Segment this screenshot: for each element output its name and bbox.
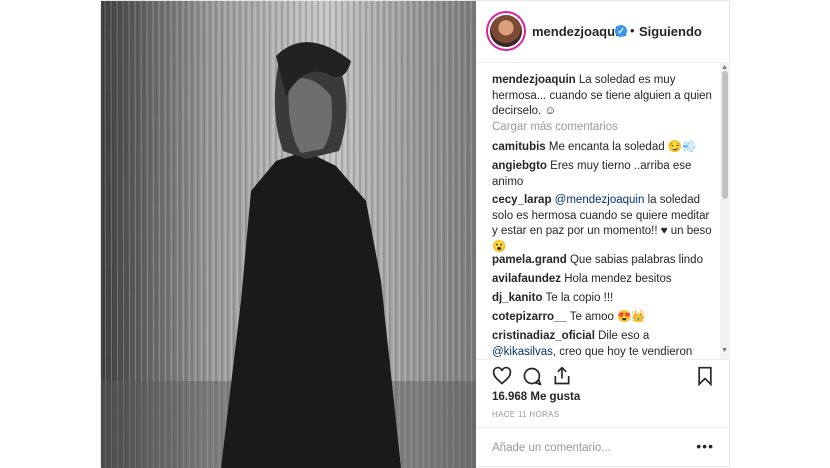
header-separator: • [630,23,635,38]
caption: mendezjoaquin La soledad es muy hermosa.… [492,73,714,120]
caption-username[interactable]: mendezjoaquin [492,74,576,86]
list-item: cristinadiaz_oficial Dile eso a @kikasil… [492,329,714,359]
follow-button[interactable]: Siguiendo [639,24,702,39]
add-comment-bar: Añade un comentario... ••• [476,427,730,468]
instagram-post: mendezjoaquin ✓ • Siguiendo mendezjoaqui… [100,0,730,468]
more-options-icon[interactable]: ••• [696,438,714,454]
list-item: dj_kanito Te la copio !!! [492,291,714,307]
post-header: mendezjoaquin ✓ • Siguiendo [476,1,730,63]
list-item: avilafaundez Hola mendez besitos [492,272,714,288]
add-comment-input[interactable]: Añade un comentario... [492,442,611,454]
comment-mention[interactable]: @mendezjoaquin [555,194,645,206]
comment-mention[interactable]: @kikasilvas [492,346,553,358]
scroll-up-icon[interactable]: ▲ [721,64,728,71]
verified-badge-icon: ✓ [615,25,627,37]
comment-username[interactable]: avilafaundez [492,273,561,285]
list-item: pamela.grand Que sabias palabras lindo [492,253,714,269]
comment-username[interactable]: cristinadiaz_oficial [492,330,595,342]
post-timestamp[interactable]: HACE 11 HORAS [492,410,559,419]
header-username[interactable]: mendezjoaquin [532,24,627,39]
comment-text: Te la copio !!! [545,292,614,304]
comment-username[interactable]: cotepizarro__ [492,311,567,323]
avatar[interactable] [490,15,522,47]
comment-text: Que sabias palabras lindo [569,254,703,266]
likes-count[interactable]: 16.968 Me gusta [492,391,580,403]
list-item: angiebgto Eres muy tierno ..arriba ese a… [492,159,714,190]
list-item: cecy_larap @mendezjoaquin la soledad sol… [492,193,714,255]
list-item: cotepizarro__ Te amoo 😍👑 [492,310,714,326]
comment-username[interactable]: dj_kanito [492,292,542,304]
comments-list[interactable]: mendezjoaquin La soledad es muy hermosa.… [476,63,730,359]
photo-image [101,1,476,468]
heart-icon[interactable] [492,366,512,391]
scroll-down-icon[interactable]: ▼ [721,347,728,354]
share-icon[interactable] [552,366,572,391]
comment-text: Me encanta la soledad 😏💨 [548,141,697,153]
comment-username[interactable]: pamela.grand [492,254,567,266]
comment-username[interactable]: cecy_larap [492,194,551,206]
comment-text: Hola mendez besitos [564,273,672,285]
scrollbar-thumb[interactable] [722,71,728,199]
bookmark-icon[interactable] [696,366,714,391]
comment-text: Te amoo 😍👑 [569,311,646,323]
list-item: camitubis Me encanta la soledad 😏💨 [492,140,714,156]
comment-text: Dile eso a [598,330,650,342]
comment-username[interactable]: camitubis [492,141,546,153]
comment-username[interactable]: angiebgto [492,160,547,172]
comment-icon[interactable] [522,366,542,391]
post-photo[interactable] [101,1,476,468]
post-side-panel: mendezjoaquin ✓ • Siguiendo mendezjoaqui… [476,1,730,468]
load-more-comments-button[interactable]: Cargar más comentarios [492,121,618,133]
